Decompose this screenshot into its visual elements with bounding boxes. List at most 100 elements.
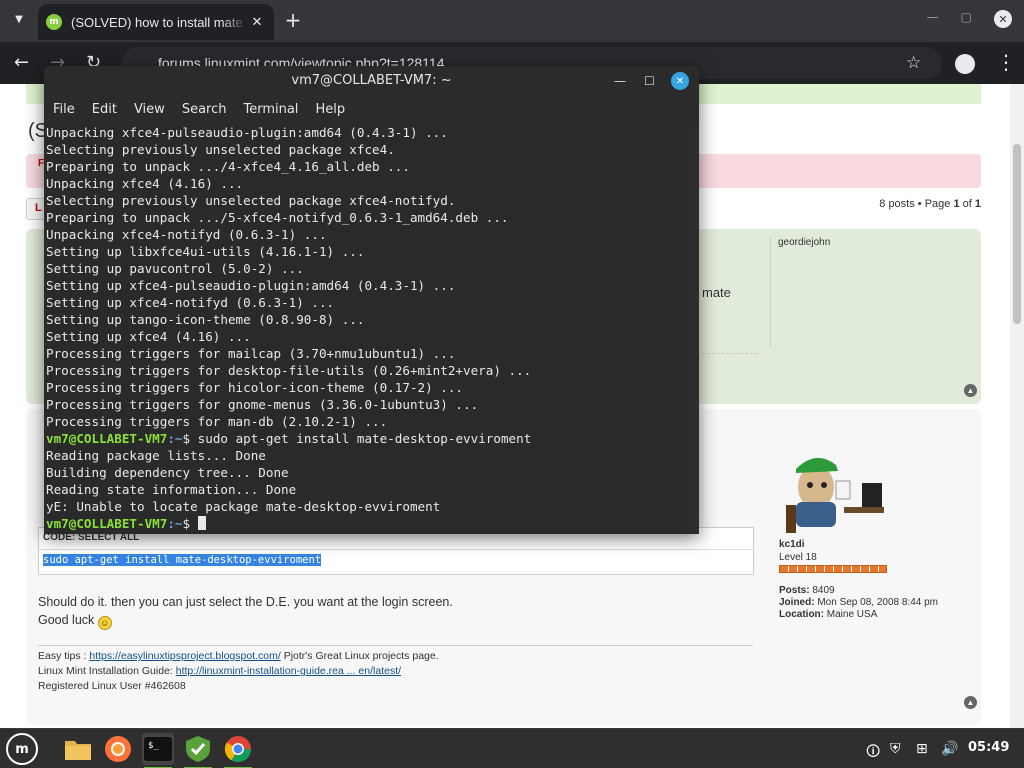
minimize-icon[interactable]: — [927,10,939,28]
tab-close-icon[interactable]: ✕ [248,15,266,30]
maximize-icon[interactable]: ▢ [961,10,972,28]
mint-menu-icon[interactable]: m [6,733,38,765]
post-divider [770,237,771,347]
terminal-menu-file[interactable]: File [53,96,75,124]
terminal-close-icon[interactable]: ✕ [671,72,689,90]
user-location-label: Location: [779,609,824,620]
terminal-cursor[interactable] [197,516,206,530]
terminal-app-icon[interactable]: $_ [142,733,174,768]
post-reply-button[interactable]: L [26,198,46,220]
posts-count-of: of [959,198,975,210]
terminal-line: Setting up xfce4-pulseaudio-plugin:amd64… [46,278,456,293]
terminal-line: Setting up pavucontrol (5.0-2) ... [46,261,304,276]
terminal-minimize-icon[interactable]: — [614,66,626,96]
terminal-menu-help[interactable]: Help [315,96,345,124]
shield-icon[interactable]: ⛨ [890,741,901,757]
terminal-line: Unpacking xfce4-pulseaudio-plugin:amd64 … [46,125,448,140]
user-level: Level 18 [779,552,817,563]
prompt-path: :~ [167,431,183,446]
post-text-2-line: Good luck ☺ [38,613,112,630]
terminal-line: Unpacking xfce4-notifyd (0.6.3-1) ... [46,227,327,242]
terminal-menu-terminal[interactable]: Terminal [243,96,298,124]
post-text-1: Should do it. then you can just select t… [38,595,453,609]
terminal-line: Processing triggers for gnome-menus (3.3… [46,397,479,412]
page-scrollbar[interactable] [1010,84,1024,728]
prompt-user: vm7@COLLABET-VM7 [46,516,168,531]
posts-count: 8 posts • Page 1 of 1 [879,198,981,210]
terminal-maximize-icon[interactable]: ☐ [644,66,655,96]
post-separator [702,353,758,354]
user-joined-value: Mon Sep 08, 2008 8:44 pm [817,597,938,608]
post-text-2: Good luck [38,613,95,627]
clock[interactable]: 05:49 [968,740,1009,755]
installation-guide-link[interactable]: http://linuxmint-installation-guide.rea … [176,665,401,677]
user-location: Location: Maine USA [779,609,877,620]
terminal-error-line: yE: Unable to locate package mate-deskto… [46,498,689,515]
terminal-output-line: Building dependency tree... Done [46,465,289,480]
signature-line-1: Easy tips : https://easylinuxtipsproject… [38,650,439,662]
user-location-value: Maine USA [826,609,878,620]
volume-icon[interactable]: 🔊 [941,741,958,757]
signature-line-2: Linux Mint Installation Guide: http://li… [38,665,401,677]
terminal-line: Setting up libxfce4ui-utils (4.16.1-1) .… [46,244,365,259]
terminal-line: Selecting previously unselected package … [46,142,395,157]
taskbar: m $_ 🛈 ⛨ ⊞ 🔊 05:49 [0,728,1024,768]
back-arrow-icon[interactable]: ← [14,52,29,73]
terminal-line: Processing triggers for man-db (2.10.2-1… [46,414,388,429]
user-joined-label: Joined: [779,597,815,608]
terminal-menu-view[interactable]: View [134,96,165,124]
svg-text:$_: $_ [148,741,159,751]
terminal-line: Setting up xfce4 (4.16) ... [46,329,251,344]
post-author[interactable]: geordiejohn [778,237,830,248]
user-avatar [786,457,884,533]
window-close-icon[interactable]: ✕ [994,10,1012,28]
terminal-menu-bar: File Edit View Search Terminal Help [44,96,699,124]
terminal-line: Preparing to unpack .../5-xfce4-notifyd_… [46,210,509,225]
terminal-window[interactable]: vm7@COLLABET-VM7: ~ — ☐ ✕ File Edit View Se… [44,66,699,534]
tab-title: (SOLVED) how to install mate [71,14,243,30]
prompt-sign: $ [182,516,198,531]
terminal-output[interactable]: Unpacking xfce4-pulseaudio-plugin:amd64 … [44,124,689,534]
terminal-command: sudo apt-get install mate-desktop-evviro… [197,431,532,446]
back-to-top-icon-2[interactable]: ▲ [964,696,977,709]
terminal-menu-edit[interactable]: Edit [92,96,117,124]
rank-bar [779,565,887,573]
user-posts-label: Posts: [779,585,810,596]
prompt-path: :~ [167,516,183,531]
code-text[interactable]: sudo apt-get install mate-desktop-evviro… [43,554,322,566]
prompt-user: vm7@COLLABET-VM7 [46,431,168,446]
linuxmint-favicon-icon: m [46,14,62,30]
total-pages: 1 [974,198,981,210]
update-manager-icon[interactable] [182,733,214,768]
network-icon[interactable]: ⊞ [916,741,928,757]
terminal-line: Setting up xfce4-notifyd (0.6.3-1) ... [46,295,335,310]
username[interactable]: kc1di [779,539,805,550]
browser-menu-icon[interactable]: ⋮ [996,50,1016,74]
user-posts: Posts: 8409 [779,585,835,596]
tab-search-dropdown-icon[interactable]: ▼ [8,8,30,30]
browser-tab[interactable]: m (SOLVED) how to install mate ✕ [38,4,274,40]
sig-guide-prefix: Linux Mint Installation Guide: [38,665,176,677]
terminal-prompt-line: vm7@COLLABET-VM7:~$ sudo apt-get install… [46,430,689,447]
signature-line-3: Registered Linux User #462608 [38,680,186,692]
files-app-icon[interactable] [62,733,94,765]
profile-avatar-icon[interactable] [955,54,975,74]
terminal-line: Preparing to unpack .../4-xfce4_4.16_all… [46,159,410,174]
bookmark-star-icon[interactable]: ☆ [906,53,921,73]
sig-easy-prefix: Easy tips : [38,650,90,662]
user-posts-value[interactable]: 8409 [812,585,834,596]
terminal-line: Processing triggers for desktop-file-uti… [46,363,532,378]
page-scroll-thumb[interactable] [1013,144,1021,324]
easy-tips-link[interactable]: https://easylinuxtipsproject.blogspot.co… [89,650,280,662]
notification-icon[interactable]: 🛈 [866,741,880,765]
username-text[interactable]: kc1di [779,539,805,550]
terminal-prompt-line: vm7@COLLABET-VM7:~$ [46,515,689,532]
new-tab-button[interactable]: + [282,8,304,32]
terminal-menu-search[interactable]: Search [182,96,227,124]
chrome-app-icon[interactable] [222,733,254,768]
terminal-line: Setting up tango-icon-theme (0.8.90-8) .… [46,312,365,327]
back-to-top-icon[interactable]: ▲ [964,384,977,397]
firefox-app-icon[interactable] [102,733,134,765]
browser-tab-bar: ▼ m (SOLVED) how to install mate ✕ + — ▢… [0,0,1024,42]
terminal-output-line: Reading package lists... Done [46,448,266,463]
